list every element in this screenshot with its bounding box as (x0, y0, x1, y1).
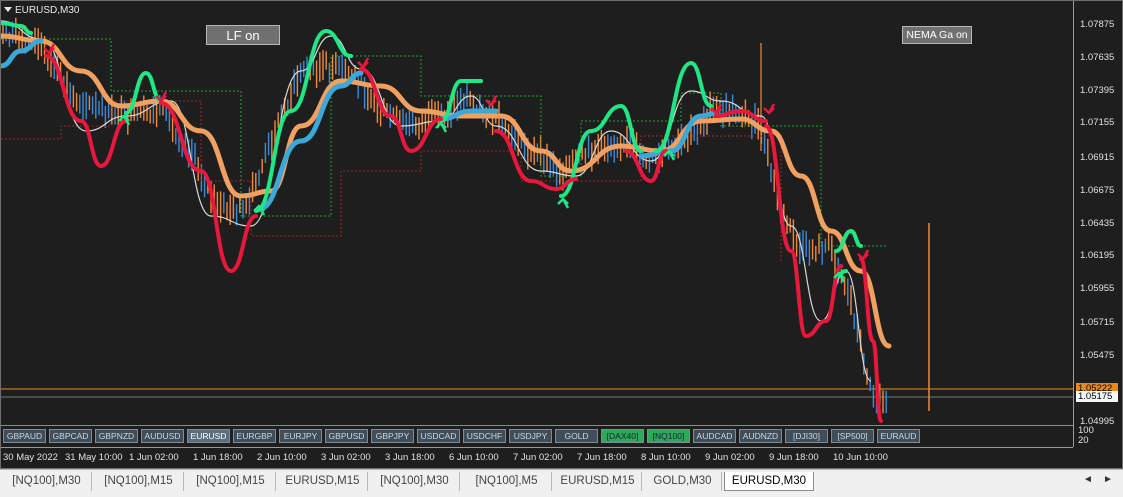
sub-window-scale: 100 20 (1073, 425, 1123, 447)
time-label: 3 Jun 18:00 (385, 452, 435, 463)
symbol-button-eurgbp[interactable]: EURGBP (233, 429, 276, 443)
sell-arrow-icon (357, 57, 370, 69)
time-label: 1 Jun 02:00 (129, 452, 179, 463)
price-label: 1.06675 (1080, 185, 1115, 196)
price-label: 1.06915 (1080, 152, 1115, 163)
lf-toggle-button[interactable]: LF on (206, 25, 280, 45)
time-label: 30 May 2022 (3, 452, 58, 463)
symbol-title-text: EURUSD,M30 (15, 5, 80, 16)
bid-price-tag: 1.05175 (1076, 391, 1118, 402)
buy-arrow-icon (557, 197, 570, 209)
up-trend-curve (254, 28, 353, 213)
symbol-button-audnzd[interactable]: AUDNZD (739, 429, 782, 443)
price-label: 1.06195 (1080, 250, 1115, 261)
symbol-button-nq100[interactable]: [NQ100] (647, 429, 690, 443)
price-label: 1.07395 (1080, 85, 1115, 96)
symbol-button-audusd[interactable]: AUDUSD (141, 429, 184, 443)
sell-arrow-icon (485, 95, 498, 107)
symbol-button-gbpusd[interactable]: GBPUSD (325, 429, 368, 443)
chart-tab-bar: ◄ ► [NQ100],M30 [NQ100],M15 [NQ100],M15 EUR… (0, 469, 1123, 497)
chart-tab[interactable]: [NQ100],M30 (370, 472, 460, 491)
chart-tab[interactable]: GOLD,M30 (644, 472, 722, 491)
time-label: 31 May 10:00 (65, 452, 123, 463)
time-axis[interactable]: 30 May 2022 31 May 10:00 1 Jun 02:00 1 Jun … (1, 447, 1073, 469)
sub-scale-bottom: 20 (1078, 435, 1089, 446)
symbol-button-bar: GBPAUD GBPCAD GBPNZD AUDUSD EURUSD EURGBP EURJ… (1, 425, 1073, 445)
price-label: 1.07155 (1080, 117, 1115, 128)
down-trend-curve (159, 101, 258, 274)
time-label: 8 Jun 10:00 (641, 452, 691, 463)
chart-tab[interactable]: EURUSD,M30 (724, 472, 814, 491)
chart-tab[interactable]: EURUSD,M15 (278, 472, 368, 491)
chart-tab[interactable]: EURUSD,M15 (554, 472, 642, 491)
price-label: 1.07635 (1080, 52, 1115, 63)
down-trend-curve (494, 129, 578, 192)
time-label: 6 Jun 10:00 (449, 452, 499, 463)
chart-window[interactable]: EURUSD,M30 LF on NEMA Ga on 1.07875 1.076… (0, 0, 1123, 469)
time-label: 1 Jun 18:00 (193, 452, 243, 463)
nema-toggle-button[interactable]: NEMA Ga on (902, 26, 972, 44)
symbol-button-gbpnzd[interactable]: GBPNZD (95, 429, 138, 443)
time-label: 9 Jun 18:00 (769, 452, 819, 463)
sell-arrow-icon (857, 249, 870, 261)
symbol-button-eurjpy[interactable]: EURJPY (279, 429, 322, 443)
chart-tab[interactable]: [NQ100],M5 (462, 472, 552, 491)
symbol-button-gbpjpy[interactable]: GBPJPY (371, 429, 414, 443)
symbol-button-usdjpy[interactable]: USDJPY (509, 429, 552, 443)
guide-curve (1, 20, 872, 382)
symbol-button-dji30[interactable]: [DJI30] (785, 429, 828, 443)
tab-scroll-left-icon[interactable]: ◄ (1083, 474, 1093, 485)
dropdown-triangle-icon[interactable] (4, 7, 12, 12)
price-label: 1.07875 (1080, 19, 1115, 30)
upper-band-line (1, 38, 886, 247)
price-label: 1.06435 (1080, 218, 1115, 229)
time-label: 10 Jun 10:00 (833, 452, 888, 463)
time-label: 3 Jun 02:00 (321, 452, 371, 463)
chart-tab[interactable]: [NQ100],M15 (94, 472, 184, 491)
symbol-button-euraud[interactable]: EURAUD (877, 429, 920, 443)
chart-tab[interactable]: [NQ100],M15 (186, 472, 276, 491)
symbol-button-usdchf[interactable]: USDCHF (463, 429, 506, 443)
time-label: 9 Jun 02:00 (705, 452, 755, 463)
symbol-button-audcad[interactable]: AUDCAD (693, 429, 736, 443)
price-scale[interactable]: 1.07875 1.07635 1.07395 1.07155 1.06915 1.066… (1073, 1, 1123, 427)
price-label: 1.05715 (1080, 317, 1115, 328)
symbol-button-sp500[interactable]: [SP500] (831, 429, 874, 443)
time-label: 7 Jun 02:00 (513, 452, 563, 463)
symbol-button-eurusd[interactable]: EURUSD (187, 429, 230, 443)
price-label: 1.05955 (1080, 283, 1115, 294)
chart-canvas (1, 17, 1073, 423)
symbol-button-dax40[interactable]: [DAX40] (601, 429, 644, 443)
symbol-button-gbpaud[interactable]: GBPAUD (3, 429, 46, 443)
symbol-title[interactable]: EURUSD,M30 (4, 5, 79, 16)
time-label: 7 Jun 18:00 (577, 452, 627, 463)
price-label: 1.05475 (1080, 350, 1115, 361)
price-chart-plot[interactable]: EURUSD,M30 LF on NEMA Ga on (1, 1, 1073, 425)
slow-ema-line (1, 33, 892, 349)
symbol-button-gbpcad[interactable]: GBPCAD (49, 429, 92, 443)
time-label: 2 Jun 10:00 (257, 452, 307, 463)
chart-tab[interactable]: [NQ100],M30 (2, 472, 92, 491)
tab-scroll-right-icon[interactable]: ► (1103, 474, 1113, 485)
symbol-button-gold[interactable]: GOLD (555, 429, 598, 443)
symbol-button-usdcad[interactable]: USDCAD (417, 429, 460, 443)
sell-arrow-icon (763, 103, 776, 115)
